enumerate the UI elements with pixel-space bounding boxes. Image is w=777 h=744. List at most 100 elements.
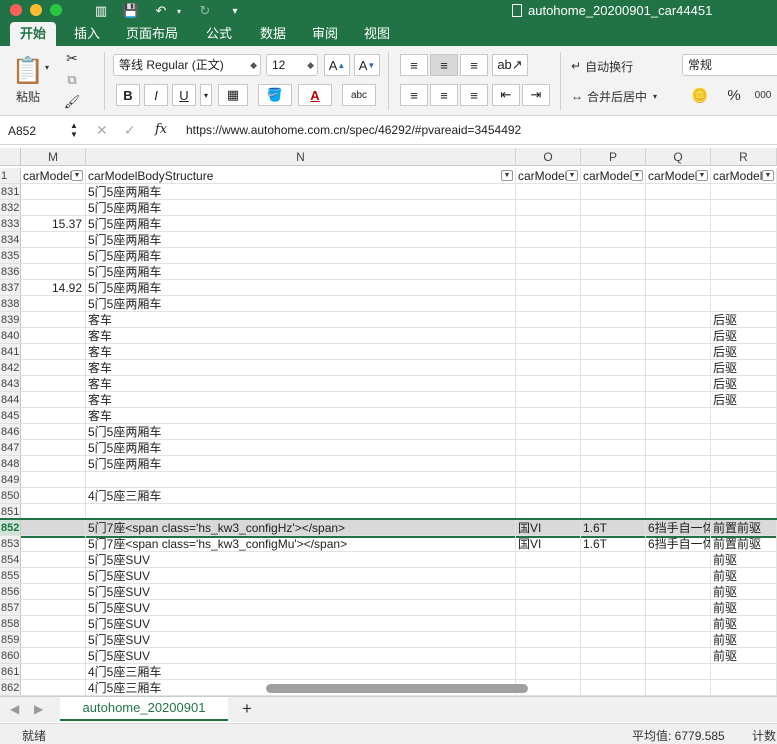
cell-n[interactable]: 客车	[86, 312, 516, 328]
cell-q[interactable]	[646, 392, 711, 408]
align-right-button[interactable]: ≡	[460, 84, 488, 106]
column-header-m[interactable]: M	[21, 148, 86, 166]
name-box-stepper[interactable]: ▲ ▼	[70, 121, 78, 139]
cell-p[interactable]	[581, 248, 646, 264]
row-number[interactable]: 832	[0, 200, 21, 216]
cell-p[interactable]	[581, 200, 646, 216]
sheet-tab[interactable]: autohome_20200901	[60, 697, 228, 721]
cell-q[interactable]	[646, 504, 711, 520]
cell-q[interactable]	[646, 248, 711, 264]
cell-q[interactable]	[646, 232, 711, 248]
row-number[interactable]: 840	[0, 328, 21, 344]
row-number[interactable]: 833	[0, 216, 21, 232]
row-number[interactable]: 838	[0, 296, 21, 312]
cell-n[interactable]: 5门5座两厢车	[86, 248, 516, 264]
comma-style-button[interactable]: 000	[750, 84, 776, 106]
cell-o[interactable]	[516, 648, 581, 664]
column-header-q[interactable]: Q	[646, 148, 711, 166]
cell-m[interactable]	[21, 248, 86, 264]
row-number[interactable]: 837	[0, 280, 21, 296]
cell-n[interactable]	[86, 472, 516, 488]
cell-n[interactable]: 5门5座SUV	[86, 632, 516, 648]
column-header-o[interactable]: O	[516, 148, 581, 166]
cell-o[interactable]	[516, 488, 581, 504]
row-number[interactable]: 842	[0, 360, 21, 376]
cell-n[interactable]: 客车	[86, 360, 516, 376]
row-number[interactable]: 857	[0, 600, 21, 616]
cell-m[interactable]	[21, 584, 86, 600]
cell-o[interactable]	[516, 200, 581, 216]
cell-r[interactable]: 后驱	[711, 376, 777, 392]
cell-p[interactable]	[581, 568, 646, 584]
row-number[interactable]: 853	[0, 536, 21, 552]
row-number[interactable]: 856	[0, 584, 21, 600]
cell-n[interactable]: 客车	[86, 376, 516, 392]
column-header-p[interactable]: P	[581, 148, 646, 166]
cell-p[interactable]	[581, 344, 646, 360]
cell-o[interactable]	[516, 360, 581, 376]
cell-m[interactable]	[21, 664, 86, 680]
cell-o[interactable]	[516, 296, 581, 312]
cell-p[interactable]	[581, 488, 646, 504]
cell-r[interactable]: 前驱	[711, 568, 777, 584]
row-number[interactable]: 836	[0, 264, 21, 280]
cell-m[interactable]	[21, 648, 86, 664]
cell-m[interactable]	[21, 552, 86, 568]
cell-m[interactable]	[21, 568, 86, 584]
cell-r[interactable]	[711, 472, 777, 488]
cell-q[interactable]	[646, 632, 711, 648]
undo-dropdown-icon[interactable]: ▾	[170, 2, 188, 20]
underline-button[interactable]: U	[172, 84, 196, 106]
cell-n[interactable]: 客车	[86, 344, 516, 360]
header-cell-q[interactable]: carModel ▼	[646, 168, 711, 184]
tab-formulas[interactable]: 公式	[196, 22, 242, 46]
grow-font-button[interactable]: A ▲	[324, 54, 350, 76]
row-number[interactable]: 844	[0, 392, 21, 408]
cell-r[interactable]	[711, 664, 777, 680]
row-number[interactable]: 861	[0, 664, 21, 680]
filter-dropdown-icon[interactable]: ▼	[762, 170, 774, 181]
cell-o[interactable]	[516, 552, 581, 568]
cell-o[interactable]	[516, 408, 581, 424]
cell-r[interactable]: 前驱	[711, 648, 777, 664]
sidebar-toggle-icon[interactable]: ▥	[92, 2, 110, 20]
cell-r[interactable]	[711, 440, 777, 456]
copy-icon[interactable]: ⧉	[62, 70, 82, 90]
cell-p[interactable]	[581, 360, 646, 376]
cell-r[interactable]	[711, 280, 777, 296]
cell-r[interactable]	[711, 216, 777, 232]
cell-q[interactable]	[646, 296, 711, 312]
filter-dropdown-icon[interactable]: ▼	[501, 170, 513, 181]
cell-o[interactable]	[516, 184, 581, 200]
cell-p[interactable]	[581, 392, 646, 408]
header-cell-n[interactable]: carModelBodyStructure ▼	[86, 168, 516, 184]
cell-n[interactable]: 5门7座<span class='hs_kw3_configHz'></span…	[86, 520, 516, 536]
row-number[interactable]: 850	[0, 488, 21, 504]
cell-o[interactable]	[516, 616, 581, 632]
cell-q[interactable]	[646, 280, 711, 296]
tab-data[interactable]: 数据	[250, 22, 296, 46]
align-top-button[interactable]: ≡	[400, 54, 428, 76]
tab-review[interactable]: 审阅	[302, 22, 348, 46]
cell-o[interactable]	[516, 504, 581, 520]
close-window-button[interactable]	[10, 4, 22, 16]
phonetic-button[interactable]: abc	[342, 84, 376, 106]
cell-o[interactable]: 国VI	[516, 520, 581, 536]
cell-r[interactable]	[711, 680, 777, 696]
font-color-button[interactable]: A	[298, 84, 332, 106]
merge-center-button[interactable]: ↔ 合并后居中 ▾	[570, 86, 658, 106]
row-number[interactable]: 834	[0, 232, 21, 248]
cell-m[interactable]	[21, 232, 86, 248]
cell-r[interactable]: 后驱	[711, 360, 777, 376]
format-painter-icon[interactable]: 🖌	[62, 92, 82, 112]
cell-n[interactable]: 5门5座SUV	[86, 600, 516, 616]
wrap-text-button[interactable]: ↵ 自动换行	[570, 56, 634, 76]
row-number[interactable]: 835	[0, 248, 21, 264]
cell-m[interactable]	[21, 680, 86, 696]
cell-n[interactable]: 5门5座两厢车	[86, 296, 516, 312]
cell-p[interactable]	[581, 664, 646, 680]
cell-p[interactable]	[581, 232, 646, 248]
cell-q[interactable]	[646, 616, 711, 632]
cell-n[interactable]: 5门5座两厢车	[86, 200, 516, 216]
cell-m[interactable]	[21, 424, 86, 440]
